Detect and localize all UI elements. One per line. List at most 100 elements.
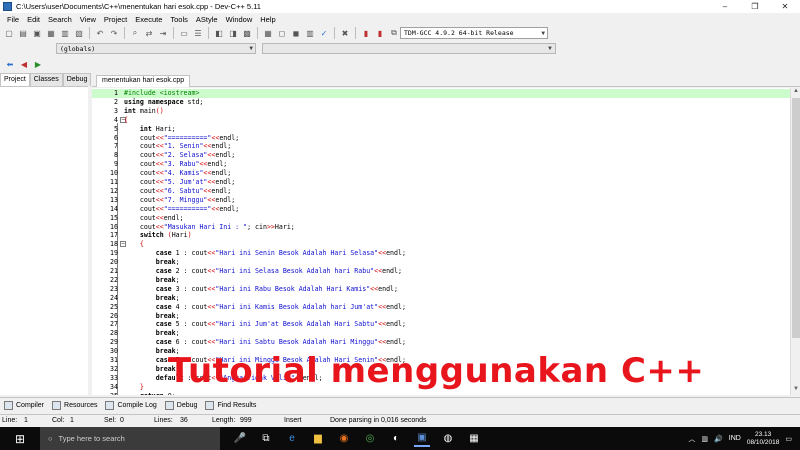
tab-classes[interactable]: Classes	[29, 73, 63, 86]
menu-view[interactable]: View	[76, 15, 100, 24]
minimize-button[interactable]: –	[710, 0, 740, 13]
tab-compiler[interactable]: Compiler	[4, 401, 44, 410]
print-icon[interactable]: ▧	[73, 27, 85, 39]
code-line[interactable]: 3 int main()	[92, 107, 790, 116]
menu-search[interactable]: Search	[44, 15, 76, 24]
code-line[interactable]: 21 case 2 : cout <<"Hari ini Selasa Besok…	[92, 267, 790, 276]
scroll-down-icon[interactable]: ▼	[791, 386, 800, 395]
profile-chart-icon[interactable]: ▮	[360, 27, 372, 39]
code-line[interactable]: 7 cout<<"1. Senin"<<endl;	[92, 142, 790, 151]
code-line[interactable]: 17 switch (Hari)	[92, 231, 790, 240]
code-line[interactable]: 27 case 5 : cout <<"Hari ini Jum'at Besok…	[92, 320, 790, 329]
tab-file[interactable]: menentukan hari esok.cpp	[96, 75, 191, 87]
code-line[interactable]: 24 break;	[92, 294, 790, 303]
save-icon[interactable]: ▣	[31, 27, 43, 39]
find-icon[interactable]: ⌕	[129, 27, 141, 39]
compile-run-icon[interactable]: ◼	[290, 27, 302, 39]
menu-window[interactable]: Window	[222, 15, 257, 24]
calculator-icon[interactable]: ▦	[466, 431, 482, 447]
scope-select[interactable]: (globals) ▼	[56, 43, 256, 54]
remove-from-project-icon[interactable]: ◨	[227, 27, 239, 39]
rebuild-icon[interactable]: ▥	[304, 27, 316, 39]
scroll-up-icon[interactable]: ▲	[791, 88, 800, 97]
stop-execution-icon[interactable]: ✖	[339, 27, 351, 39]
clock[interactable]: 23.13 08/10/2018	[747, 431, 780, 447]
code-line[interactable]: 10 cout<<"4. Kamis"<<endl;	[92, 169, 790, 178]
task-view-icon[interactable]: ⧉	[258, 431, 274, 447]
code-line[interactable]: 12 cout<<"6. Sabtu"<<endl;	[92, 187, 790, 196]
code-line[interactable]: 8 cout<<"2. Selasa"<<endl;	[92, 151, 790, 160]
tab-compile-log[interactable]: Compile Log	[105, 401, 157, 410]
code-line[interactable]: 22 break;	[92, 276, 790, 285]
menu-edit[interactable]: Edit	[23, 15, 44, 24]
function-select[interactable]: ▼	[262, 43, 556, 54]
notifications-icon[interactable]: ▭	[785, 435, 792, 443]
menu-execute[interactable]: Execute	[131, 15, 166, 24]
code-line[interactable]: 26 break;	[92, 312, 790, 321]
code-line[interactable]: 6 cout<<"=========="<<endl;	[92, 134, 790, 143]
scrollbar-thumb[interactable]	[792, 98, 800, 338]
editor-scrollbar[interactable]: ▲ ▼	[790, 88, 800, 395]
code-line[interactable]: 11 cout<<"5. Jum'at"<<endl;	[92, 178, 790, 187]
code-line[interactable]: 29 case 6 : cout <<"Hari ini Sabtu Besok …	[92, 338, 790, 347]
code-line[interactable]: 20 break;	[92, 258, 790, 267]
replace-icon[interactable]: ⇄	[143, 27, 155, 39]
maximize-button[interactable]: ❐	[740, 0, 770, 13]
code-line[interactable]: 2 using namespace std;	[92, 98, 790, 107]
microphone-icon[interactable]: 🎤	[232, 431, 248, 447]
delete-profile-icon[interactable]: ▮	[374, 27, 386, 39]
tab-resources[interactable]: Resources	[52, 401, 97, 410]
code-line[interactable]: 1 #include <iostream>	[92, 89, 790, 98]
run-icon[interactable]: ◻	[276, 27, 288, 39]
insert-icon[interactable]: ⬅	[4, 59, 16, 71]
code-line[interactable]: 9 cout<<"3. Rabu"<<endl;	[92, 160, 790, 169]
project-view-icon[interactable]: ▭	[178, 27, 190, 39]
check-syntax-icon[interactable]: ✓	[318, 27, 330, 39]
tab-debug[interactable]: Debug	[62, 73, 92, 86]
new-file-icon[interactable]: ▢	[3, 27, 15, 39]
save-all-icon[interactable]: ▦	[45, 27, 57, 39]
add-to-project-icon[interactable]: ◧	[213, 27, 225, 39]
menu-help[interactable]: Help	[256, 15, 279, 24]
menu-project[interactable]: Project	[100, 15, 131, 24]
menu-tools[interactable]: Tools	[166, 15, 192, 24]
goto-line-icon[interactable]: ⇥	[157, 27, 169, 39]
taskbar-search[interactable]: ○ Type here to search	[40, 427, 220, 450]
steam-icon[interactable]: ◐	[388, 431, 404, 447]
undo-icon[interactable]: ↶	[94, 27, 106, 39]
close-file-icon[interactable]: ▥	[59, 27, 71, 39]
code-line[interactable]: 5 int Hari;	[92, 125, 790, 134]
tab-debug-output[interactable]: Debug	[164, 401, 197, 410]
devcpp-taskbar-icon[interactable]: ▣	[414, 431, 430, 447]
code-line[interactable]: 19 case 1 : cout <<"Hari ini Senin Besok …	[92, 249, 790, 258]
close-button[interactable]: ✕	[770, 0, 800, 13]
obs-icon[interactable]: ◍	[440, 431, 456, 447]
edge-browser-icon[interactable]: e	[284, 431, 300, 447]
tab-find-results[interactable]: Find Results	[205, 401, 256, 410]
file-explorer-icon[interactable]: ▆	[310, 431, 326, 447]
project-options-icon[interactable]: ▩	[241, 27, 253, 39]
code-line[interactable]: 25 case 4 : cout <<"Hari ini Kamis Besok …	[92, 303, 790, 312]
code-line[interactable]: 15 cout<<endl;	[92, 214, 790, 223]
volume-icon[interactable]: 🔊	[714, 435, 723, 443]
list-view-icon[interactable]: ☰	[192, 27, 204, 39]
code-line[interactable]: 35 return 0;	[92, 392, 790, 395]
goto-bookmark-icon[interactable]: ▶	[32, 59, 44, 71]
code-line[interactable]: 28 break;	[92, 329, 790, 338]
code-line[interactable]: 14 cout<<"=========="<<endl;	[92, 205, 790, 214]
menu-file[interactable]: File	[3, 15, 23, 24]
menu-astyle[interactable]: AStyle	[192, 15, 222, 24]
chrome-icon[interactable]: ◎	[362, 431, 378, 447]
compiler-select[interactable]: TDM-GCC 4.9.2 64-bit Release ▼	[400, 27, 548, 39]
project-tree[interactable]	[0, 86, 88, 395]
code-line[interactable]: 4−{	[92, 116, 790, 125]
code-line[interactable]: 16 cout<<"Masukan Hari Ini : "; cin>>Har…	[92, 223, 790, 232]
language-indicator[interactable]: IND	[729, 435, 741, 442]
compile-icon[interactable]: ▦	[262, 27, 274, 39]
code-editor[interactable]: 1 #include <iostream> 2 using namespace std…	[92, 88, 790, 395]
redo-icon[interactable]: ↷	[108, 27, 120, 39]
start-button[interactable]: ⊞	[0, 427, 40, 450]
code-line[interactable]: 18− {	[92, 240, 790, 249]
tab-project[interactable]: Project	[0, 73, 30, 86]
code-line[interactable]: 23 case 3 : cout <<"Hari ini Rabu Besok A…	[92, 285, 790, 294]
